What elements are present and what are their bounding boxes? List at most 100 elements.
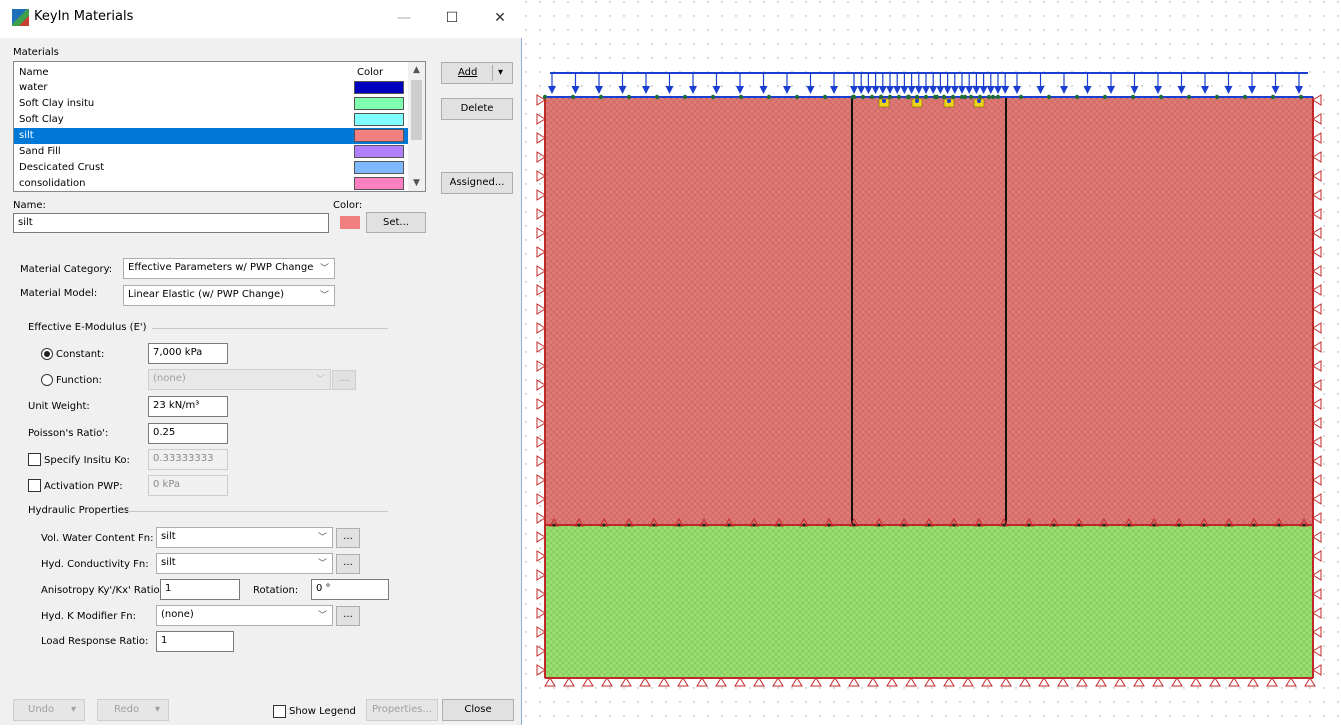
activation-pwp-input[interactable]: 0 kPa: [148, 475, 228, 496]
unit-weight-input[interactable]: 23 kN/m³: [148, 396, 228, 417]
material-row[interactable]: silt: [14, 128, 409, 144]
surface-node: [682, 94, 688, 100]
material-row[interactable]: consolidation: [14, 176, 409, 191]
e-function-browse-button[interactable]: ...: [332, 370, 356, 390]
chevron-down-icon[interactable]: ▾: [71, 700, 76, 720]
delete-button[interactable]: Delete: [441, 98, 513, 120]
name-input[interactable]: silt: [13, 213, 329, 233]
function-radio[interactable]: [41, 374, 53, 386]
interface-node: [827, 523, 831, 527]
column-header-name[interactable]: Name: [19, 67, 49, 78]
model-drawing[interactable]: [524, 0, 1341, 725]
material-row-name: silt: [19, 130, 34, 141]
material-color-swatch: [354, 97, 404, 110]
hyd-k-modifier-browse-button[interactable]: ...: [336, 606, 360, 626]
material-row[interactable]: Soft Clay: [14, 112, 409, 128]
specify-insitu-ko-checkbox[interactable]: [28, 453, 41, 466]
redo-button[interactable]: Redo ▾: [97, 699, 169, 721]
column-header-color[interactable]: Color: [357, 67, 383, 78]
surface-node: [878, 94, 884, 100]
interface-node: [727, 523, 731, 527]
surface-node: [766, 94, 772, 100]
load-response-ratio-input[interactable]: 1: [156, 631, 234, 652]
list-scrollbar[interactable]: ▲ ▼: [408, 62, 425, 191]
activation-pwp-checkbox[interactable]: [28, 479, 41, 492]
material-category-select[interactable]: Effective Parameters w/ PWP Change ﹀: [123, 258, 335, 279]
chevron-down-icon[interactable]: ▾: [155, 700, 160, 720]
surface-node: [1298, 94, 1304, 100]
surface-node: [990, 94, 996, 100]
surface-node: [941, 94, 947, 100]
material-row[interactable]: water: [14, 80, 409, 96]
material-model-select[interactable]: Linear Elastic (w/ PWP Change) ﹀: [123, 285, 335, 306]
scrollbar-thumb[interactable]: [411, 80, 422, 140]
chevron-down-icon[interactable]: ▾: [498, 63, 503, 83]
model-canvas[interactable]: [524, 0, 1341, 725]
surface-node: [1018, 94, 1024, 100]
undo-button[interactable]: Undo ▾: [13, 699, 85, 721]
footing-node: [977, 99, 981, 103]
material-row[interactable]: Soft Clay insitu: [14, 96, 409, 112]
surface-load-bar: [550, 72, 1308, 74]
color-swatch: [340, 216, 360, 229]
minimize-button[interactable]: —: [382, 4, 426, 32]
add-button-label: Add: [458, 67, 478, 78]
interface-node: [1127, 523, 1131, 527]
scroll-down-icon[interactable]: ▼: [408, 175, 425, 191]
hyd-k-modifier-value: (none): [161, 609, 194, 620]
assigned-button[interactable]: Assigned...: [441, 172, 513, 194]
e-function-select[interactable]: (none) ﹀: [148, 369, 331, 390]
silt-region[interactable]: [544, 96, 1314, 526]
properties-button[interactable]: Properties...: [366, 699, 438, 721]
constant-radio[interactable]: [41, 348, 53, 360]
material-row-name: Soft Clay: [19, 114, 64, 125]
show-legend-checkbox[interactable]: [273, 705, 286, 718]
add-button[interactable]: Add ▾: [441, 62, 513, 84]
interface-node: [1227, 523, 1231, 527]
interface-node: [627, 523, 631, 527]
e-function-value: (none): [153, 373, 186, 384]
hyd-conductivity-browse-button[interactable]: ...: [336, 554, 360, 574]
interface-node: [1102, 523, 1106, 527]
rotation-label: Rotation:: [253, 585, 299, 596]
surface-node: [1270, 94, 1276, 100]
rotation-input[interactable]: 0 °: [311, 579, 389, 600]
material-row-name: consolidation: [19, 178, 86, 189]
surface-node: [977, 94, 983, 100]
hyd-conductivity-select[interactable]: silt ﹀: [156, 553, 333, 574]
interface-node: [1152, 523, 1156, 527]
set-color-button[interactable]: Set...: [366, 212, 426, 233]
material-row[interactable]: Sand Fill: [14, 144, 409, 160]
poissons-ratio-input[interactable]: 0.25: [148, 423, 228, 444]
anisotropy-input[interactable]: 1: [160, 579, 240, 600]
interface-node: [852, 523, 856, 527]
maximize-button[interactable]: ☐: [430, 4, 474, 32]
lower-soil-region[interactable]: [544, 524, 1314, 679]
keyin-materials-dialog: KeyIn Materials — ☐ ✕ Materials Name Col…: [0, 0, 522, 725]
interface-node: [977, 523, 981, 527]
vwc-browse-button[interactable]: ...: [336, 528, 360, 548]
materials-list[interactable]: Name Color water Soft Clay insitu Soft Cla…: [13, 61, 426, 192]
surface-node: [738, 94, 744, 100]
activation-pwp-label: Activation PWP:: [44, 481, 123, 492]
surface-node: [1046, 94, 1052, 100]
hyd-k-modifier-label: Hyd. K Modifier Fn:: [41, 611, 136, 622]
interface-node: [1027, 523, 1031, 527]
surface-node: [1130, 94, 1136, 100]
chevron-down-icon: ﹀: [315, 375, 325, 385]
interface-node: [1202, 523, 1206, 527]
close-window-button[interactable]: ✕: [478, 4, 522, 32]
hyd-k-modifier-select[interactable]: (none) ﹀: [156, 605, 333, 626]
vol-water-content-value: silt: [161, 531, 176, 542]
close-button[interactable]: Close: [442, 699, 514, 721]
material-category-value: Effective Parameters w/ PWP Change: [128, 262, 314, 273]
vol-water-content-select[interactable]: silt ﹀: [156, 527, 333, 548]
redo-label: Redo: [114, 704, 140, 715]
insitu-ko-input[interactable]: 0.33333333: [148, 449, 228, 470]
surface-node: [869, 94, 875, 100]
interface-node: [1077, 523, 1081, 527]
constant-e-input[interactable]: 7,000 kPa: [148, 343, 228, 364]
material-row[interactable]: Descicated Crust: [14, 160, 409, 176]
material-row-name: Descicated Crust: [19, 162, 105, 173]
scroll-up-icon[interactable]: ▲: [408, 62, 425, 78]
